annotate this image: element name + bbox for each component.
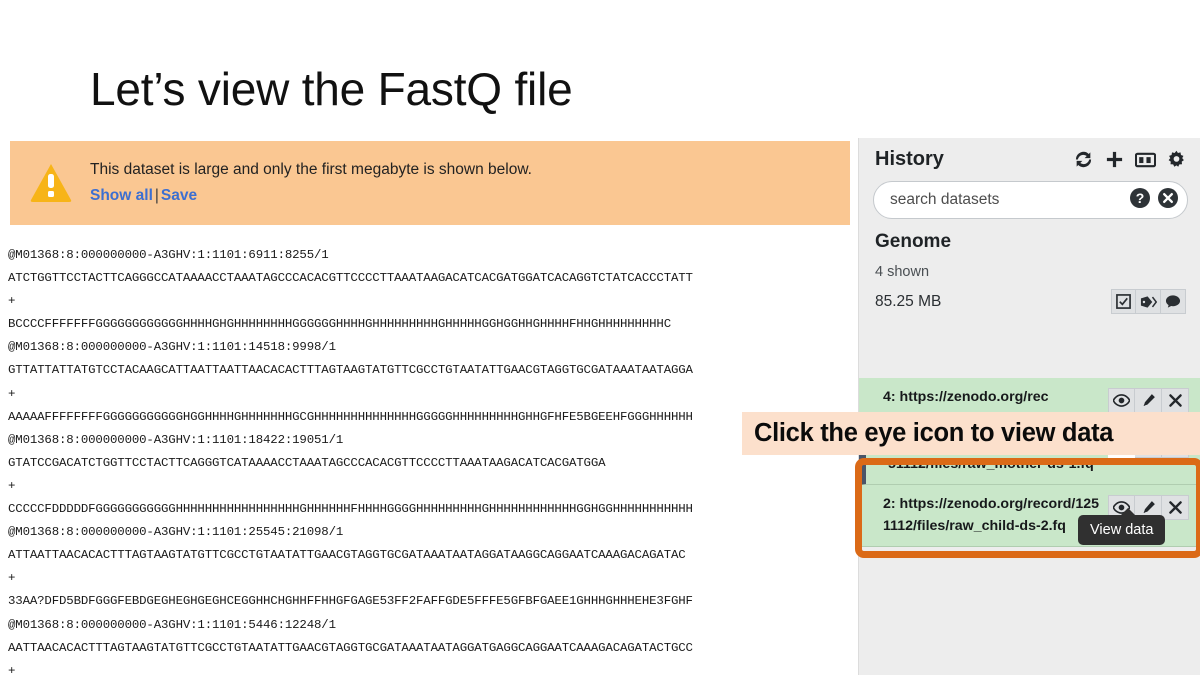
fastq-line: + xyxy=(8,663,16,675)
history-header: History xyxy=(859,138,1200,173)
fastq-line: BCCCCFFFFFFFGGGGGGGGGGGGHHHHGHGHHHHHHHHG… xyxy=(8,317,671,332)
warning-triangle-icon xyxy=(28,161,74,205)
history-size: 85.25 MB xyxy=(875,292,942,310)
dataset-label[interactable]: 2: https://zenodo.org/record/1251112/fil… xyxy=(883,494,1108,537)
history-header-actions xyxy=(1073,150,1186,169)
refresh-icon[interactable] xyxy=(1073,150,1094,169)
delete-x-icon[interactable] xyxy=(1162,388,1189,413)
fastq-line: @M01368:8:000000000-A3GHV:1:1101:18422:1… xyxy=(8,432,344,447)
fastq-line: CCCCCFDDDDDFGGGGGGGGGGGHHHHHHHHHHHHHHHHH… xyxy=(8,502,693,517)
fastq-line: ATCTGGTTCCTACTTCAGGGCCATAAAACCTAAATAGCCC… xyxy=(8,271,693,286)
clear-circle-icon[interactable] xyxy=(1157,187,1179,214)
search-input[interactable] xyxy=(890,191,1129,209)
link-separator: | xyxy=(154,187,159,204)
fastq-line: @M01368:8:000000000-A3GHV:1:1101:5446:12… xyxy=(8,617,336,632)
history-name: Genome xyxy=(875,231,952,252)
history-panel: History search datasets ? Genome 4 shown… xyxy=(858,138,1200,675)
fastq-line: @M01368:8:000000000-A3GHV:1:1101:25545:2… xyxy=(8,525,344,540)
delete-x-icon[interactable] xyxy=(1162,495,1189,520)
search-datasets-wrapper[interactable]: ? xyxy=(873,181,1188,219)
dataset-label[interactable]: 4: https://zenodo.org/rec xyxy=(883,387,1108,409)
slide-root: Let’s view the FastQ file This dataset i… xyxy=(0,0,1200,675)
warning-links: Show all | Save xyxy=(90,185,532,207)
view-data-tooltip: View data xyxy=(1078,508,1166,545)
history-shown-count: 4 shown xyxy=(875,264,930,280)
save-link[interactable]: Save xyxy=(161,187,197,204)
fastq-line: @M01368:8:000000000-A3GHV:1:1101:6911:82… xyxy=(8,248,329,262)
pencil-icon[interactable] xyxy=(1135,388,1162,413)
question-circle-icon[interactable]: ? xyxy=(1129,187,1151,214)
fastq-line: + xyxy=(8,571,16,586)
show-all-link[interactable]: Show all xyxy=(90,187,153,204)
gear-icon[interactable] xyxy=(1167,150,1186,169)
eye-icon[interactable] xyxy=(1108,388,1135,413)
fastq-line: AAAAAFFFFFFFFGGGGGGGGGGGHGGHHHHGHHHHHHHG… xyxy=(8,409,693,424)
history-title: History xyxy=(875,148,944,170)
fastq-line: + xyxy=(8,478,16,493)
instruction-callout: Click the eye icon to view data xyxy=(742,412,1200,455)
page-title: Let’s view the FastQ file xyxy=(90,63,573,115)
callout-text: Click the eye icon to view data xyxy=(754,419,1114,447)
fastq-line: ATTAATTAACACACTTTAGTAAGTATGTTCGCCTGTAATA… xyxy=(8,548,686,563)
fastq-line: GTTATTATTATGTCCTACAAGCATTAATTAATTAACACAC… xyxy=(8,363,693,378)
fastq-text-content: @M01368:8:000000000-A3GHV:1:1101:6911:82… xyxy=(8,244,858,675)
warning-body: This dataset is large and only the first… xyxy=(90,159,532,208)
dataset-buttons xyxy=(1108,388,1189,413)
large-dataset-warning: This dataset is large and only the first… xyxy=(10,141,850,225)
fastq-line: 33AA?DFD5BDFGGGFEBDGEGHEGHGEGHCEGGHHCHGH… xyxy=(8,594,693,609)
select-items-icon[interactable] xyxy=(1111,289,1136,314)
dataset-preview-pane: This dataset is large and only the first… xyxy=(0,138,858,675)
fastq-line: + xyxy=(8,386,16,401)
history-chip-group xyxy=(1111,289,1186,314)
warning-message: This dataset is large and only the first… xyxy=(90,160,532,178)
fastq-line: + xyxy=(8,294,16,309)
annotation-icon[interactable] xyxy=(1161,289,1186,314)
search-action-icons: ? xyxy=(1129,187,1179,214)
fastq-line: GTATCCGACATCTGGTTCCTACTTCAGGGTCATAAAACCT… xyxy=(8,455,606,470)
history-size-row: 85.25 MB xyxy=(875,289,1186,314)
tags-icon[interactable] xyxy=(1136,289,1161,314)
plus-icon[interactable] xyxy=(1105,150,1124,169)
fastq-line: @M01368:8:000000000-A3GHV:1:1101:14518:9… xyxy=(8,340,336,355)
dataset-row: 4: https://zenodo.org/rec xyxy=(883,387,1189,413)
fastq-line: AATTAACACACTTTAGTAAGTATGTTCGCCTGTAATATTG… xyxy=(8,640,693,655)
svg-text:?: ? xyxy=(1136,190,1145,206)
columns-icon[interactable] xyxy=(1135,151,1156,169)
